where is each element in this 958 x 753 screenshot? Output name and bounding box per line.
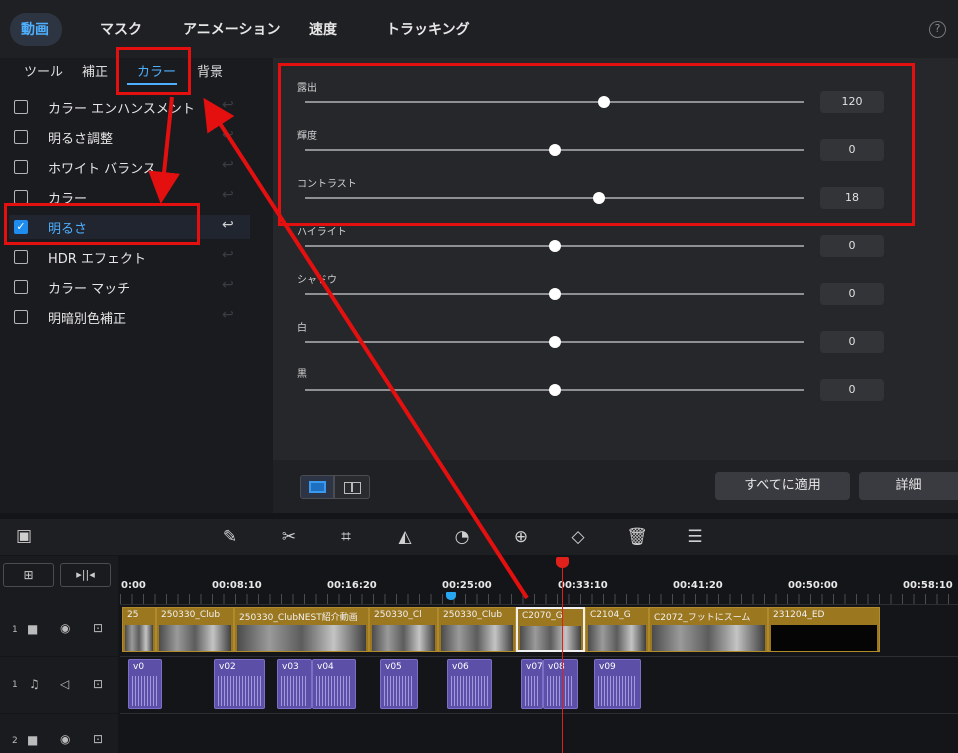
annotation-arrows (148, 96, 529, 600)
annotation-arrow-up (203, 97, 529, 600)
annotation-arrow-down (148, 96, 181, 204)
video-editor-window: { "main_tabs": [ {"label": "動画", "active… (0, 0, 958, 753)
